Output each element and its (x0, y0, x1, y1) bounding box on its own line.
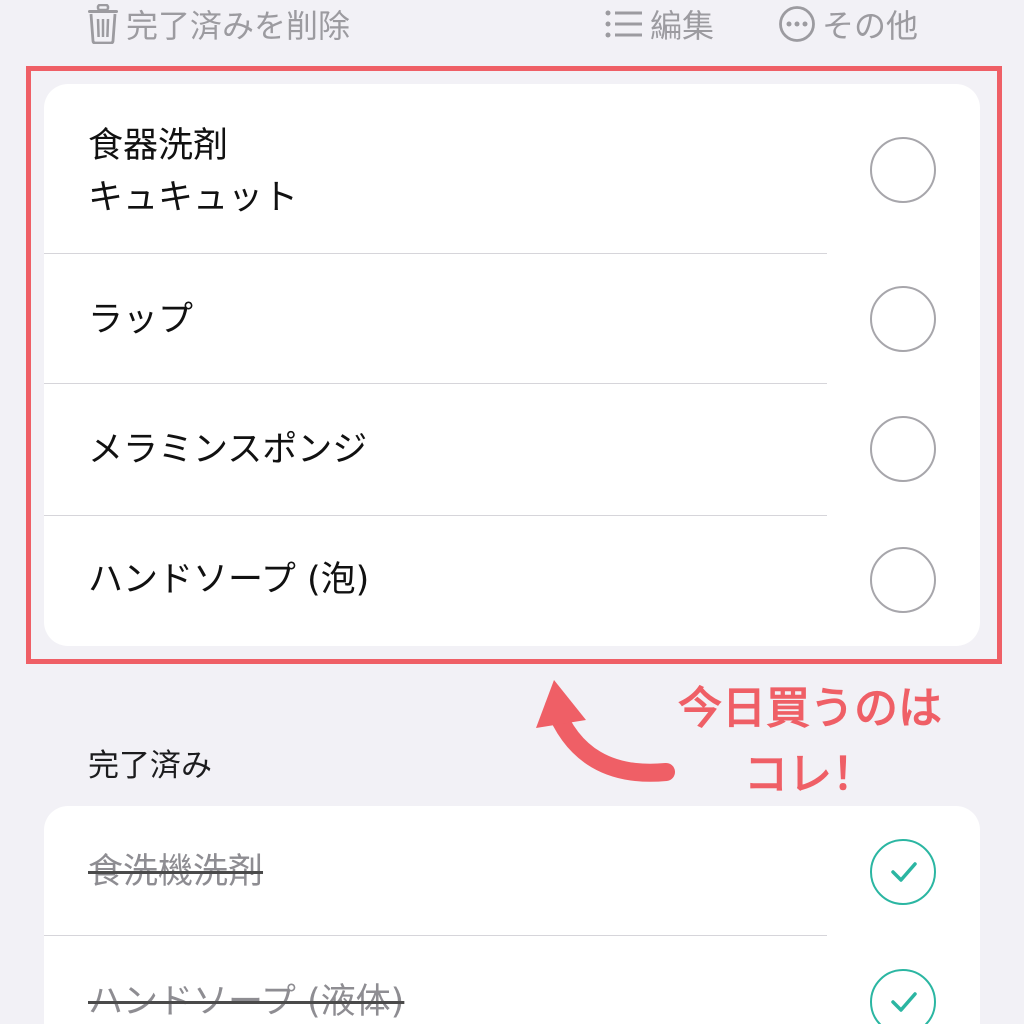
reminders-list-screen: 完了済みを削除 編集 その他 食器洗剤 キュキュット ラップ メラミンスポンジ … (0, 0, 1024, 1024)
delete-completed-label: 完了済みを削除 (126, 7, 351, 45)
more-button[interactable]: その他 (778, 0, 918, 48)
edit-button[interactable]: 編集 (604, 0, 714, 48)
delete-completed-button[interactable]: 完了済みを削除 (86, 0, 350, 48)
list-item[interactable]: 食洗機洗剤 (44, 806, 980, 936)
checkbox-circle-checked[interactable] (870, 839, 936, 905)
ellipsis-circle-icon (778, 5, 816, 43)
item-label: 食洗機洗剤 (88, 852, 264, 892)
list-icon (604, 9, 644, 39)
completed-section-header: 完了済み (88, 748, 212, 784)
list-item[interactable]: ハンドソープ (液体) (44, 936, 980, 1024)
checkbox-circle-checked[interactable] (870, 969, 936, 1024)
annotation-text: 今日買うのは コレ！ (678, 683, 942, 800)
checkmark-icon (891, 992, 917, 1012)
highlight-frame (26, 66, 1002, 664)
item-label: ハンドソープ (液体) (88, 982, 405, 1022)
edit-label: 編集 (650, 7, 715, 45)
trash-icon (86, 4, 120, 44)
checkmark-icon (891, 862, 917, 882)
completed-items-card: 食洗機洗剤 ハンドソープ (液体) (44, 806, 980, 1024)
more-label: その他 (822, 7, 919, 45)
